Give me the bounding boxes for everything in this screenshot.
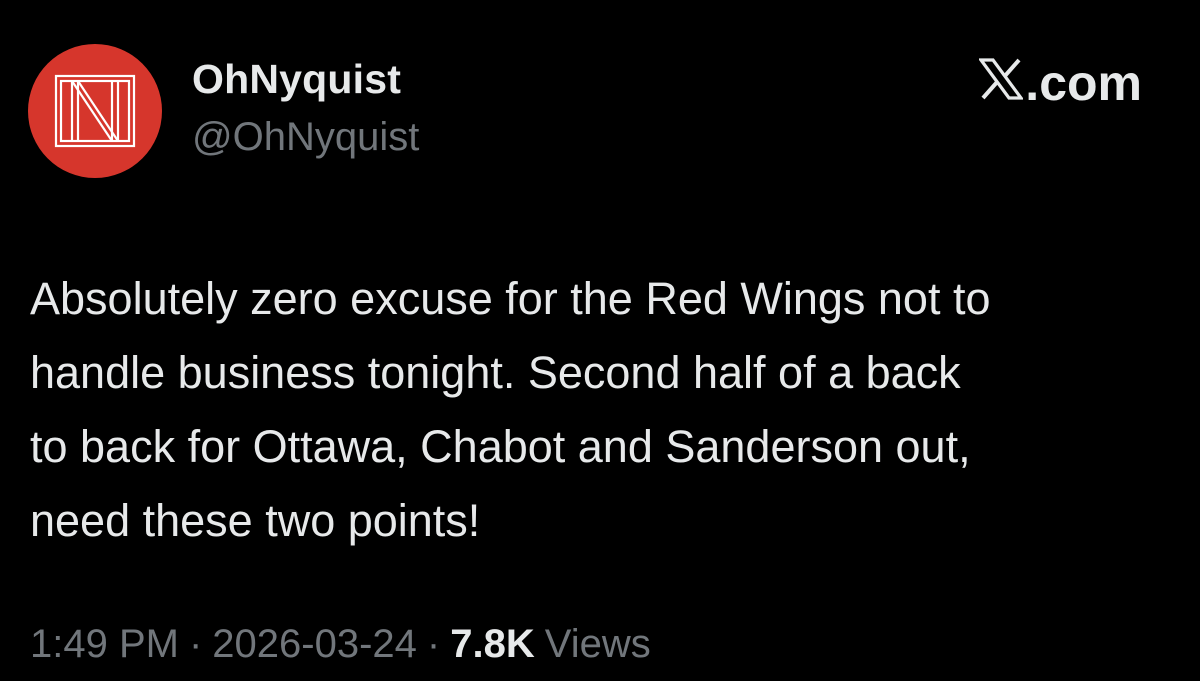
user-handle[interactable]: @OhNyquist: [192, 115, 419, 160]
tweet-time[interactable]: 1:49 PM: [30, 622, 179, 667]
tweet-text: Absolutely zero excuse for the Red Wings…: [30, 273, 991, 546]
meta-separator: ·: [188, 622, 203, 666]
x-com-watermark: .com: [978, 54, 1142, 112]
x-logo-icon: [978, 54, 1025, 112]
meta-separator: ·: [426, 622, 441, 666]
views-count[interactable]: 7.8K: [450, 622, 535, 667]
display-name[interactable]: OhNyquist: [192, 56, 401, 103]
tweet-card: OhNyquist @OhNyquist .com Absolutely zer…: [0, 0, 1200, 681]
views-label: Views: [544, 622, 651, 666]
tweet-meta: 1:49 PM · 2026-03-24 · 7.8K Views: [30, 622, 651, 667]
on-monogram-logo-icon: [54, 74, 136, 148]
brand-suffix: .com: [1025, 55, 1142, 111]
tweet-date[interactable]: 2026-03-24: [212, 622, 417, 667]
avatar[interactable]: [28, 44, 162, 178]
